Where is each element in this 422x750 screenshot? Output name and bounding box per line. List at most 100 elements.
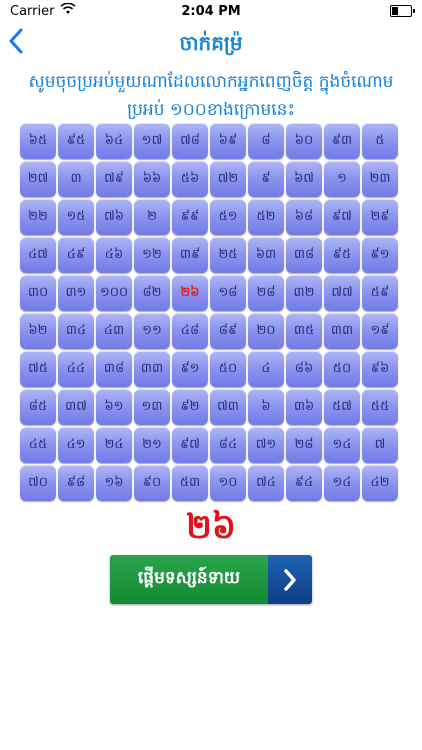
number-cell[interactable]: ៥០ bbox=[210, 351, 246, 387]
number-cell[interactable]: ៤២ bbox=[362, 465, 398, 501]
number-cell[interactable]: ៤១ bbox=[58, 427, 94, 463]
number-cell[interactable]: ៣៨ bbox=[96, 351, 132, 387]
number-cell[interactable]: ១៤ bbox=[324, 427, 360, 463]
number-cell[interactable]: ៩៤ bbox=[286, 465, 322, 501]
number-cell[interactable]: ៧២ bbox=[210, 161, 246, 197]
number-cell[interactable]: ៧៥ bbox=[20, 351, 56, 387]
number-cell[interactable]: ៣៣ bbox=[134, 351, 170, 387]
number-cell[interactable]: ៤៤ bbox=[58, 351, 94, 387]
number-cell[interactable]: ១០០ bbox=[96, 275, 132, 311]
number-cell[interactable]: ៧៩ bbox=[96, 161, 132, 197]
number-cell[interactable]: ៣៤ bbox=[58, 313, 94, 349]
number-cell[interactable]: ១៥ bbox=[58, 199, 94, 235]
number-cell[interactable]: ៣៨ bbox=[286, 237, 322, 273]
number-cell[interactable]: ៧៦ bbox=[96, 199, 132, 235]
number-cell[interactable]: ២១ bbox=[134, 427, 170, 463]
number-cell[interactable]: ៥១ bbox=[210, 199, 246, 235]
number-cell[interactable]: ៧៨ bbox=[172, 123, 208, 159]
number-cell[interactable]: ៦១ bbox=[96, 389, 132, 425]
number-cell[interactable]: ៦៩ bbox=[210, 123, 246, 159]
number-cell[interactable]: ១១ bbox=[134, 313, 170, 349]
number-cell[interactable]: ៩៥ bbox=[58, 123, 94, 159]
number-cell[interactable]: ៩៣ bbox=[324, 123, 360, 159]
number-cell[interactable]: ១៤ bbox=[324, 465, 360, 501]
number-cell[interactable]: ៨៤ bbox=[210, 427, 246, 463]
number-cell[interactable]: ៥៧ bbox=[324, 389, 360, 425]
number-cell[interactable]: ១ bbox=[324, 161, 360, 197]
number-cell[interactable]: ២០ bbox=[248, 313, 284, 349]
number-cell[interactable]: ៦៣ bbox=[248, 237, 284, 273]
number-cell[interactable]: ៤៥ bbox=[20, 427, 56, 463]
number-cell[interactable]: ៧៤ bbox=[248, 465, 284, 501]
number-cell[interactable]: ១៦ bbox=[96, 465, 132, 501]
number-cell[interactable]: ៥ bbox=[362, 123, 398, 159]
number-cell[interactable]: ១៩ bbox=[362, 313, 398, 349]
number-cell[interactable]: ៩៩ bbox=[172, 199, 208, 235]
number-cell[interactable]: ៦ bbox=[248, 389, 284, 425]
number-cell[interactable]: ៥៦ bbox=[172, 161, 208, 197]
number-cell[interactable]: ៤៣ bbox=[96, 313, 132, 349]
number-cell[interactable]: ៤៦ bbox=[96, 237, 132, 273]
number-cell[interactable]: ៣៧ bbox=[58, 389, 94, 425]
number-cell[interactable]: ២៨ bbox=[286, 427, 322, 463]
number-cell[interactable]: ៩៧ bbox=[324, 199, 360, 235]
number-cell[interactable]: ២៧ bbox=[20, 161, 56, 197]
number-cell[interactable]: ៩១ bbox=[172, 351, 208, 387]
number-cell[interactable]: ៣ bbox=[58, 161, 94, 197]
number-cell[interactable]: ៥០ bbox=[324, 351, 360, 387]
start-prediction-button[interactable]: ផ្ដើមទស្សន៍ទាយ bbox=[110, 555, 312, 604]
number-cell[interactable]: ២៨ bbox=[248, 275, 284, 311]
number-cell[interactable]: ៤៨ bbox=[172, 313, 208, 349]
number-cell[interactable]: ៣៥ bbox=[286, 313, 322, 349]
number-cell[interactable]: ៨ bbox=[248, 123, 284, 159]
number-cell[interactable]: ២៦ bbox=[172, 275, 208, 311]
number-cell[interactable]: ៩ bbox=[248, 161, 284, 197]
number-cell[interactable]: ១៣ bbox=[134, 389, 170, 425]
number-cell[interactable]: ៩៧ bbox=[172, 427, 208, 463]
number-cell[interactable]: ៩០ bbox=[134, 465, 170, 501]
number-cell[interactable]: ៥២ bbox=[248, 199, 284, 235]
number-cell[interactable]: ២៣ bbox=[362, 161, 398, 197]
number-cell[interactable]: ៦២ bbox=[20, 313, 56, 349]
number-cell[interactable]: ២៩ bbox=[362, 199, 398, 235]
number-cell[interactable]: ៦៥ bbox=[20, 123, 56, 159]
number-cell[interactable]: ៣៣ bbox=[324, 313, 360, 349]
number-cell[interactable]: ៧៧ bbox=[324, 275, 360, 311]
number-cell[interactable]: ៤៧ bbox=[20, 237, 56, 273]
number-cell[interactable]: ១២ bbox=[134, 237, 170, 273]
number-cell[interactable]: ៨២ bbox=[134, 275, 170, 311]
number-cell[interactable]: ៣១ bbox=[58, 275, 94, 311]
number-cell[interactable]: ២ bbox=[134, 199, 170, 235]
number-cell[interactable]: ៣៦ bbox=[286, 389, 322, 425]
number-cell[interactable]: ៥៥ bbox=[362, 389, 398, 425]
number-cell[interactable]: ៧ bbox=[362, 427, 398, 463]
number-cell[interactable]: ៧០ bbox=[20, 465, 56, 501]
number-cell[interactable]: ៩៦ bbox=[362, 351, 398, 387]
number-cell[interactable]: ៥៩ bbox=[362, 275, 398, 311]
number-cell[interactable]: ១០ bbox=[210, 465, 246, 501]
number-cell[interactable]: ២៥ bbox=[210, 237, 246, 273]
number-cell[interactable]: ៨៩ bbox=[210, 313, 246, 349]
number-cell[interactable]: ៤ bbox=[248, 351, 284, 387]
number-cell[interactable]: ២៤ bbox=[96, 427, 132, 463]
number-cell[interactable]: ៦៦ bbox=[134, 161, 170, 197]
number-cell[interactable]: ៨៥ bbox=[20, 389, 56, 425]
number-cell[interactable]: ៧៣ bbox=[210, 389, 246, 425]
number-cell[interactable]: ៥៣ bbox=[172, 465, 208, 501]
number-cell[interactable]: ៦៤ bbox=[96, 123, 132, 159]
number-cell[interactable]: ៧១ bbox=[248, 427, 284, 463]
number-cell[interactable]: ៨៦ bbox=[286, 351, 322, 387]
number-cell[interactable]: ៦០ bbox=[286, 123, 322, 159]
number-cell[interactable]: ៩៥ bbox=[324, 237, 360, 273]
number-cell[interactable]: ៣៩ bbox=[172, 237, 208, 273]
number-cell[interactable]: ៩២ bbox=[172, 389, 208, 425]
number-cell[interactable]: ៣២ bbox=[286, 275, 322, 311]
number-cell[interactable]: ២២ bbox=[20, 199, 56, 235]
number-cell[interactable]: ៩១ bbox=[362, 237, 398, 273]
number-cell[interactable]: ៦៨ bbox=[286, 199, 322, 235]
number-cell[interactable]: ១៨ bbox=[210, 275, 246, 311]
number-cell[interactable]: ៣០ bbox=[20, 275, 56, 311]
number-cell[interactable]: ៩៨ bbox=[58, 465, 94, 501]
number-cell[interactable]: ៤៩ bbox=[58, 237, 94, 273]
number-cell[interactable]: ៦៧ bbox=[286, 161, 322, 197]
